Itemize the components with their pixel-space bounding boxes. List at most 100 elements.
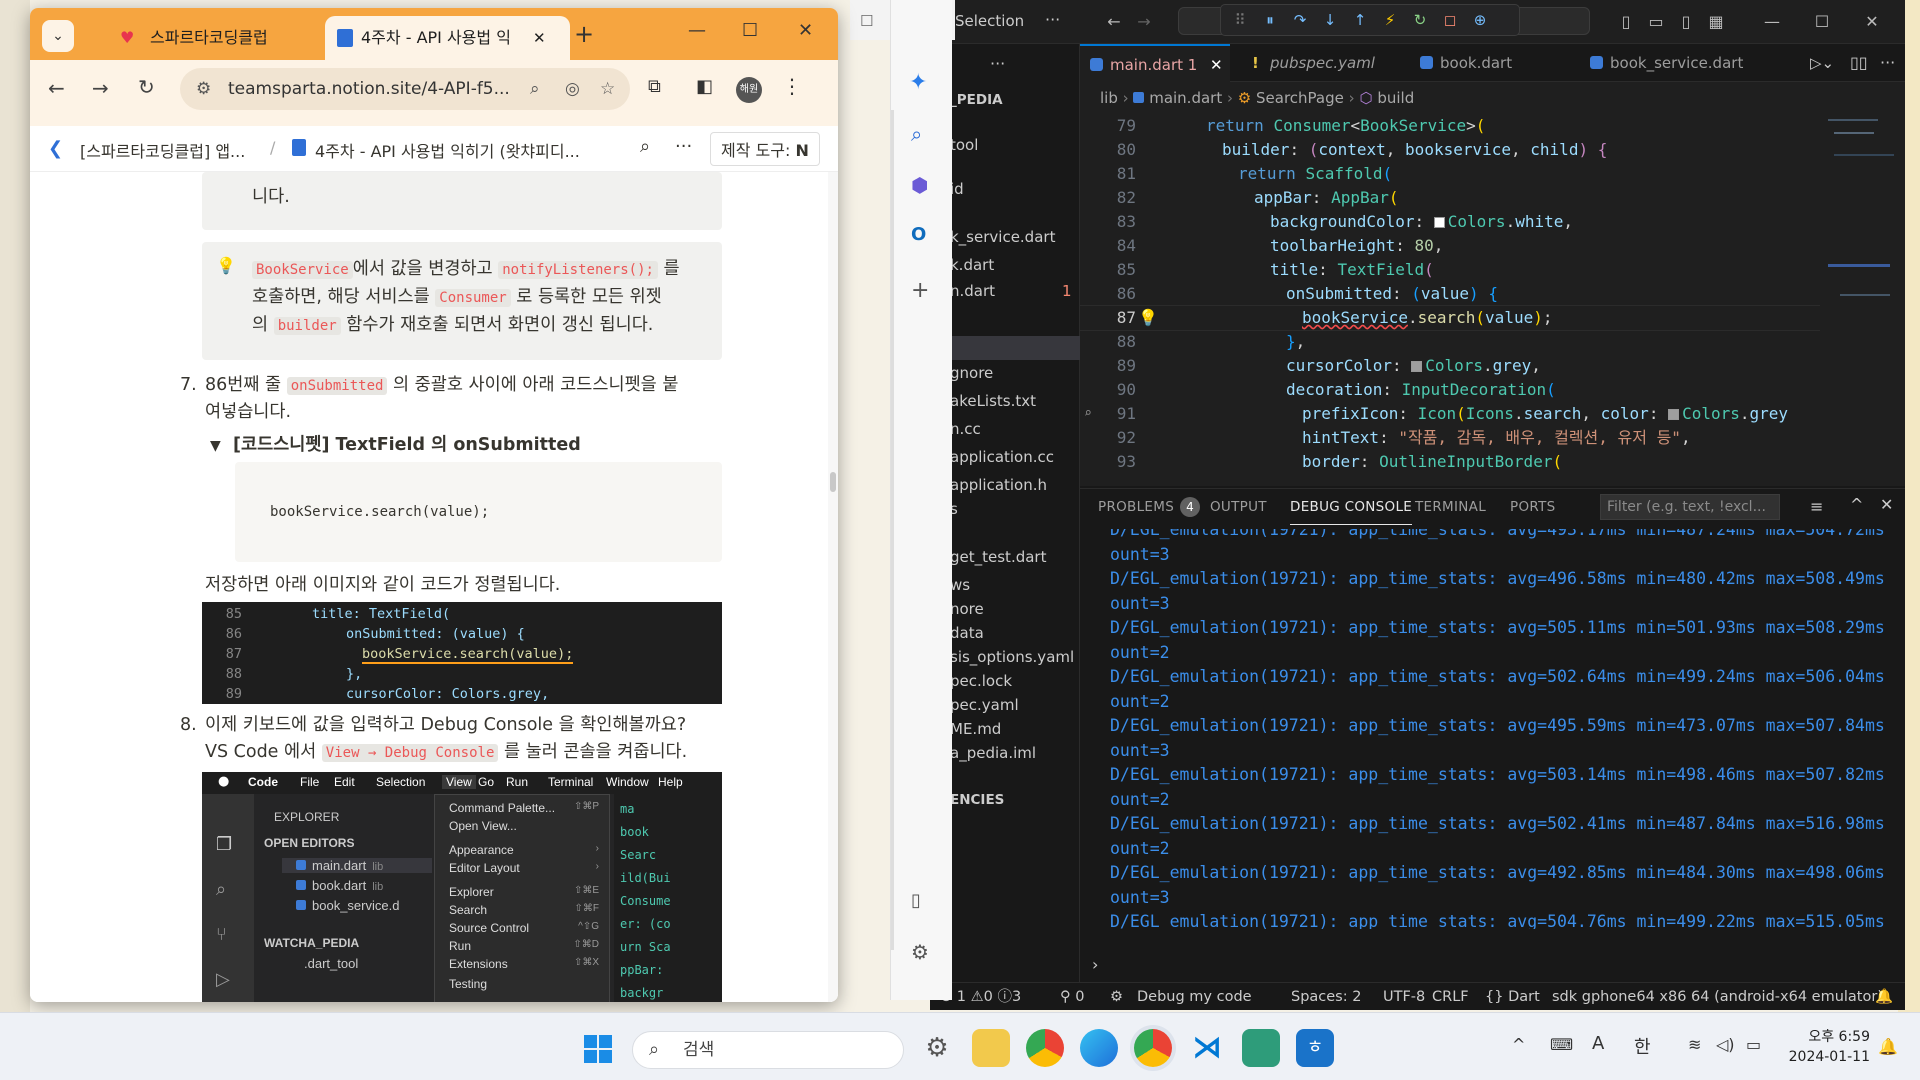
- address-bar[interactable]: ⚙ teamsparta.notion.site/4-API-f5... ⌕ ◎…: [180, 68, 630, 110]
- menu-selection[interactable]: Selection: [955, 12, 1024, 30]
- tab-ports[interactable]: PORTS: [1510, 489, 1555, 525]
- taskbar-search-box[interactable]: ⌕ 검색: [632, 1031, 904, 1069]
- hot-reload-icon[interactable]: ⚡: [1379, 9, 1401, 31]
- vscode-icon[interactable]: ⋊: [1188, 1029, 1226, 1067]
- keyboard-icon[interactable]: ⌨: [1550, 1035, 1573, 1054]
- explorer-item[interactable]: application.h: [950, 476, 1047, 494]
- search-icon[interactable]: ⌕: [911, 122, 922, 146]
- tab-problems[interactable]: PROBLEMS 4: [1098, 489, 1201, 525]
- settings-gear-icon[interactable]: ⚙: [918, 1029, 956, 1067]
- explorer-item[interactable]: akeLists.txt: [950, 392, 1036, 410]
- color-swatch-grey[interactable]: [1668, 409, 1680, 420]
- toggle-panel-icon[interactable]: ▭: [1642, 8, 1670, 36]
- explorer-item[interactable]: tool: [950, 136, 978, 154]
- editor-more-icon[interactable]: ···: [1880, 53, 1895, 72]
- color-swatch-white[interactable]: [1433, 217, 1445, 228]
- explorer-item[interactable]: pec.lock: [950, 672, 1012, 690]
- drag-handle-icon[interactable]: ⠿: [1229, 9, 1251, 31]
- explorer-item[interactable]: _PEDIA: [950, 92, 1003, 108]
- toggle-snippet[interactable]: ▼ [코드스니펫] TextField 의 onSubmitted: [210, 432, 581, 460]
- console-filter-input[interactable]: Filter (e.g. text, !excl...: [1600, 494, 1780, 520]
- chrome-active-icon[interactable]: [1134, 1029, 1172, 1067]
- customize-layout-icon[interactable]: ▦: [1702, 8, 1730, 36]
- file-explorer-icon[interactable]: [972, 1029, 1010, 1067]
- edge-restore-icon[interactable]: ☐: [860, 12, 873, 30]
- breadcrumb-file[interactable]: main.dart: [1149, 89, 1222, 107]
- sidebar-layout-icon[interactable]: ▯: [911, 890, 921, 911]
- status-debug[interactable]: Debug my code: [1137, 983, 1252, 1011]
- run-icon[interactable]: ▷⌄: [1810, 54, 1834, 72]
- close-window-icon[interactable]: ✕: [798, 20, 813, 41]
- volume-icon[interactable]: ◁): [1716, 1035, 1735, 1054]
- explorer-item[interactable]: k_service.dart: [950, 228, 1055, 246]
- page-scrollbar[interactable]: [828, 172, 838, 1002]
- explorer-item[interactable]: application.cc: [950, 448, 1054, 466]
- tab-search-icon[interactable]: ⌄: [42, 20, 74, 52]
- console-prompt-icon[interactable]: ›: [1092, 955, 1098, 974]
- ime-mode-icon[interactable]: A: [1592, 1033, 1604, 1054]
- explorer-item[interactable]: id: [950, 180, 964, 198]
- explorer-item[interactable]: a_pedia.iml: [950, 744, 1036, 762]
- reload-icon[interactable]: ↻: [138, 75, 155, 99]
- explorer-item[interactable]: get_test.dart: [950, 548, 1046, 566]
- notification-bell-icon[interactable]: 🔔: [1878, 1037, 1898, 1056]
- search-icon[interactable]: ⌕: [640, 136, 650, 157]
- breadcrumb-method[interactable]: build: [1377, 89, 1414, 107]
- code-snippet-block[interactable]: bookService.search(value);: [235, 462, 722, 562]
- devtools-icon[interactable]: ⊕: [1469, 9, 1491, 31]
- tab-terminal[interactable]: TERMINAL: [1415, 489, 1486, 525]
- code-editor[interactable]: 79 return Consumer<BookService>( 80 builde…: [1080, 114, 1820, 486]
- status-ports[interactable]: ⚲ 0: [1060, 983, 1084, 1011]
- close-tab-icon[interactable]: ✕: [533, 16, 546, 60]
- browser-tab-sparta[interactable]: ♥ 스파르타코딩클럽 ✕: [90, 16, 361, 60]
- pause-icon[interactable]: ⏸: [1259, 9, 1281, 31]
- more-icon[interactable]: ···: [675, 136, 692, 157]
- maximize-icon[interactable]: ☐: [742, 20, 758, 41]
- tab-main-dart[interactable]: main.dart 1 ✕: [1080, 44, 1230, 82]
- android-studio-icon[interactable]: [1242, 1029, 1280, 1067]
- extensions-icon[interactable]: ⧉: [648, 76, 661, 97]
- status-device[interactable]: sdk gphone64 x86 64 (android-x64 emulato…: [1552, 983, 1883, 1011]
- explorer-item[interactable]: gnore: [950, 364, 993, 382]
- site-info-icon[interactable]: ⚙: [196, 68, 211, 110]
- eye-off-icon[interactable]: ◎: [565, 68, 580, 110]
- explorer-item[interactable]: ws: [950, 576, 970, 594]
- forward-arrow-icon[interactable]: →: [92, 76, 109, 100]
- minimize-icon[interactable]: —: [688, 20, 706, 41]
- toggle-sidebar-icon[interactable]: ▯: [1612, 8, 1640, 36]
- step-over-icon[interactable]: ↷: [1289, 9, 1311, 31]
- edge-icon[interactable]: [1080, 1029, 1118, 1067]
- tab-book-service-dart[interactable]: book_service.dart: [1580, 44, 1760, 82]
- bookmark-star-icon[interactable]: ☆: [600, 68, 615, 110]
- tab-pubspec[interactable]: ! pubspec.yaml: [1240, 44, 1390, 82]
- status-eol[interactable]: CRLF: [1432, 983, 1469, 1011]
- battery-icon[interactable]: ▭: [1746, 1035, 1761, 1054]
- status-problems[interactable]: ⊗ 1 ⚠0 ⓘ3: [940, 983, 1021, 1011]
- minimize-icon[interactable]: —: [1758, 8, 1786, 36]
- back-arrow-icon[interactable]: ←: [48, 76, 65, 100]
- minimap[interactable]: [1820, 114, 1905, 486]
- explorer-more-icon[interactable]: ···: [990, 54, 1005, 73]
- profile-avatar[interactable]: 해원: [736, 77, 762, 103]
- new-tab-icon[interactable]: +: [574, 20, 594, 48]
- back-arrow-icon[interactable]: ←: [1100, 8, 1128, 36]
- lightbulb-icon[interactable]: 💡: [1138, 306, 1158, 330]
- tab-book-dart[interactable]: book.dart: [1410, 44, 1560, 82]
- close-tab-icon[interactable]: ✕: [1210, 46, 1223, 84]
- more-menu-icon[interactable]: ···: [1045, 10, 1060, 29]
- add-icon[interactable]: +: [911, 278, 929, 303]
- explorer-item[interactable]: sis_options.yaml: [950, 648, 1074, 666]
- wifi-icon[interactable]: ≋: [1688, 1035, 1701, 1054]
- toggle-secondary-sidebar-icon[interactable]: ▯: [1672, 8, 1700, 36]
- side-panel-icon[interactable]: ◧: [696, 76, 713, 97]
- zoom-icon[interactable]: ⌕: [530, 68, 540, 110]
- system-clock[interactable]: 오후 6:59 2024-01-11: [1780, 1027, 1870, 1067]
- forward-arrow-icon[interactable]: →: [1130, 8, 1158, 36]
- maximize-panel-icon[interactable]: ^: [1850, 495, 1863, 514]
- debug-console-output[interactable]: D/EGL_emulation(19721): app_time_stats: …: [1080, 529, 1890, 929]
- step-into-icon[interactable]: ↓: [1319, 9, 1341, 31]
- start-windows-icon[interactable]: [584, 1035, 612, 1063]
- split-editor-icon[interactable]: ▯▯: [1850, 53, 1868, 72]
- explorer-item[interactable]: ME.md: [950, 720, 1001, 738]
- extension-icon[interactable]: ⬢: [911, 173, 928, 197]
